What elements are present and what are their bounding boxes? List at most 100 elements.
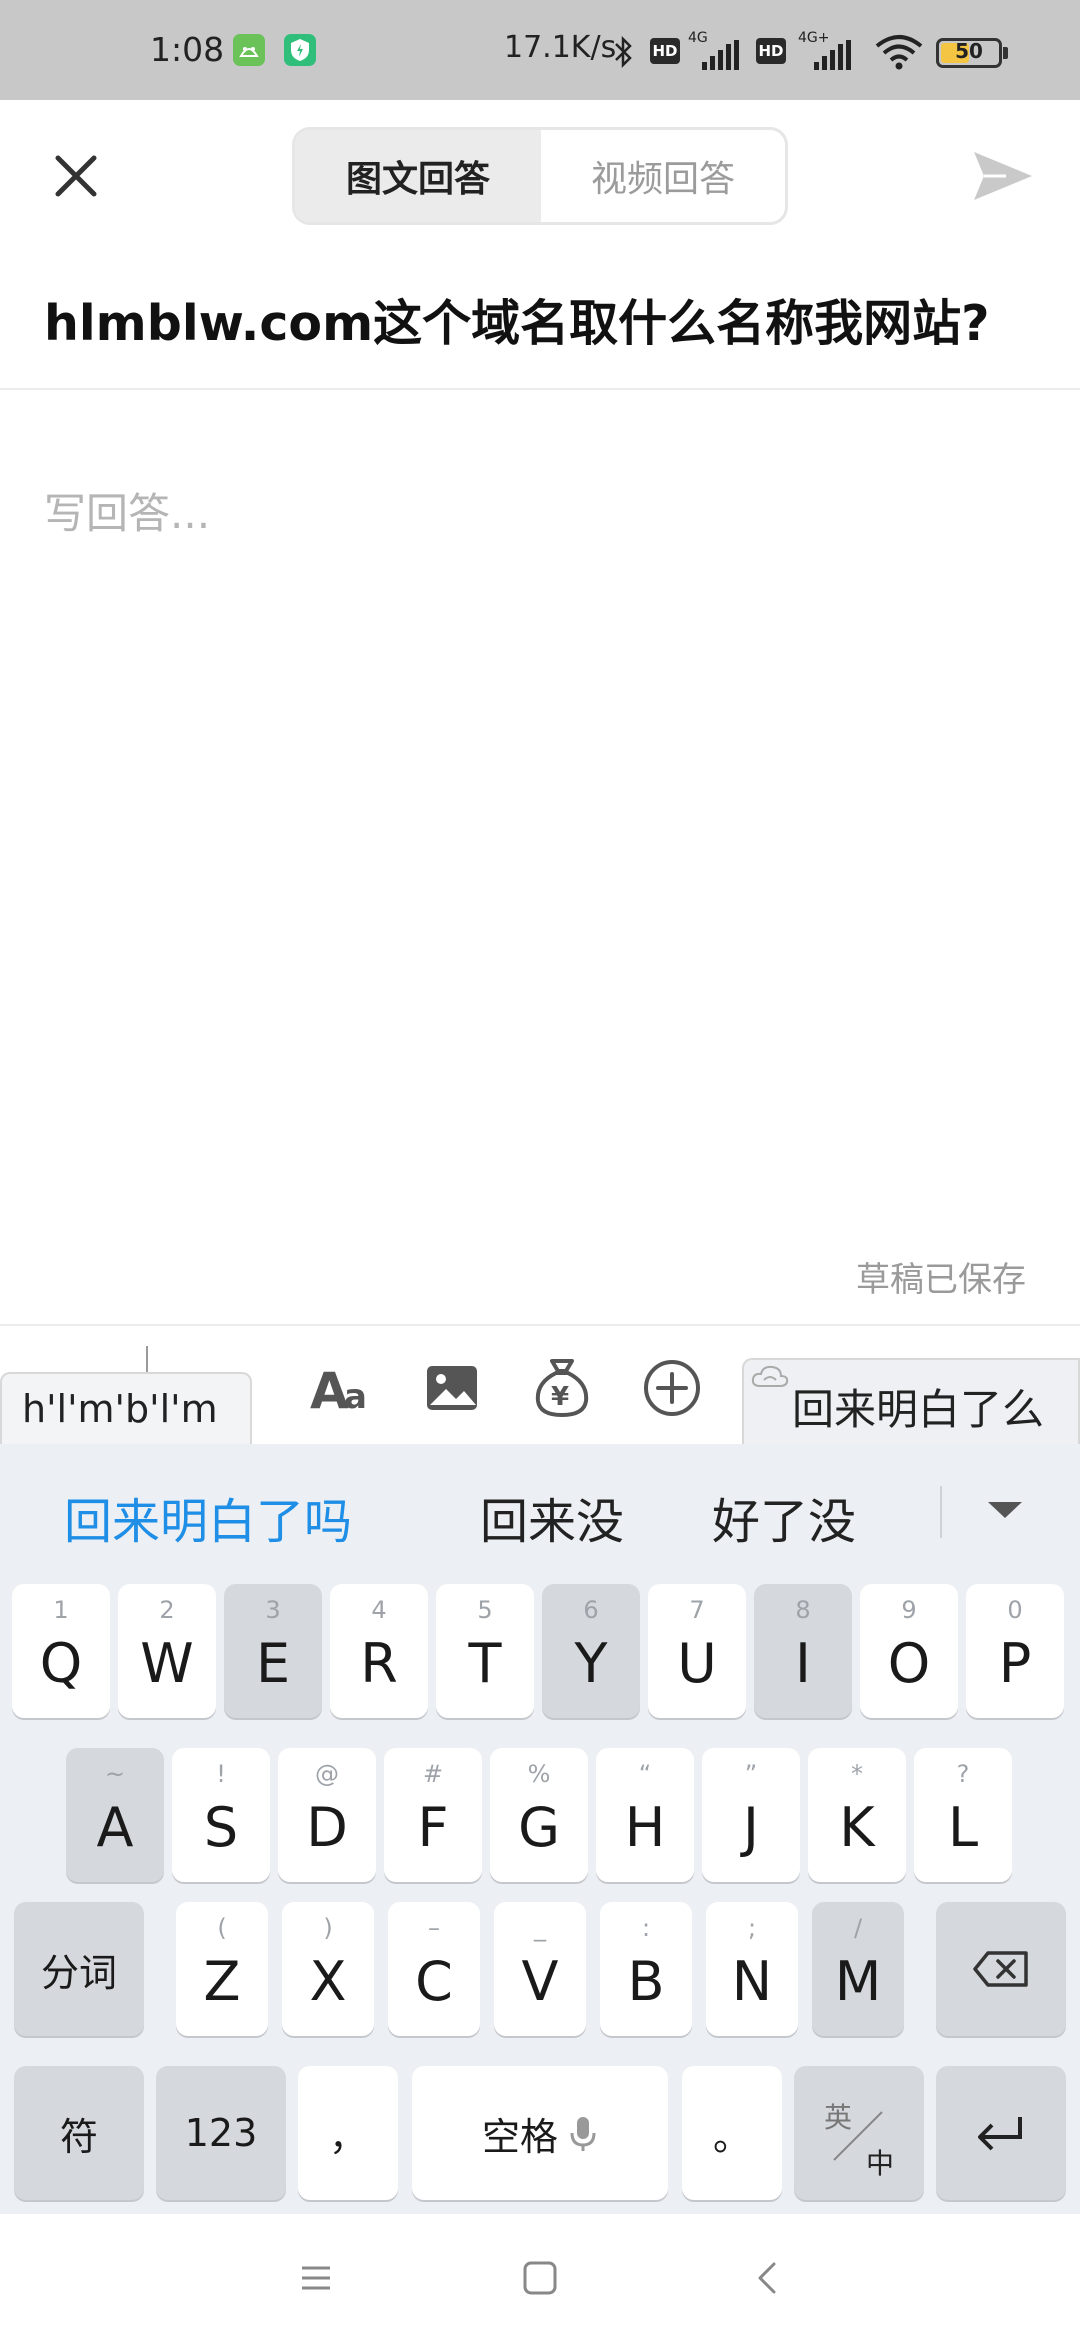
key-letter: Q [39, 1632, 83, 1695]
key-v[interactable]: _ V [494, 1902, 586, 2036]
key-letter: O [887, 1632, 931, 1695]
ime-pinyin-composition: h'l'm'b'l'm [0, 1372, 252, 1444]
battery-tip [1003, 47, 1008, 59]
key-hint: @ [315, 1760, 339, 1788]
tab-video-answer[interactable]: 视频回答 [541, 130, 785, 222]
microphone-icon [570, 2117, 596, 2151]
key-hint: 0 [1007, 1596, 1023, 1624]
close-button[interactable] [40, 140, 112, 212]
candidate-3[interactable]: 好了没 [712, 1482, 856, 1552]
close-icon [55, 155, 97, 197]
key-letter: D [306, 1796, 348, 1859]
key-hint: 3 [265, 1596, 281, 1624]
key-c[interactable]: – C [388, 1902, 480, 2036]
key-h[interactable]: “H [596, 1748, 694, 1882]
key-hint: % [527, 1760, 551, 1788]
fenci-key[interactable]: 分词 [14, 1902, 144, 2036]
key-hint: _ [534, 1914, 546, 1942]
signal-icon-2 [812, 40, 856, 74]
key-letter: S [203, 1796, 239, 1859]
key-hint: 5 [477, 1596, 493, 1624]
key-k[interactable]: * K [808, 1748, 906, 1882]
space-key-content: 空格 [412, 2066, 668, 2200]
fenci-key-label: 分词 [40, 1950, 117, 1995]
enter-key[interactable] [936, 2066, 1066, 2200]
number-key[interactable]: 123 [156, 2066, 286, 2200]
cloud-candidate-text: 回来明白了么 [792, 1385, 1045, 1434]
key-n[interactable]: ; N [706, 1902, 798, 2036]
candidate-1[interactable]: 回来明白了吗 [64, 1482, 352, 1552]
tab-image-text-answer[interactable]: 图文回答 [295, 130, 541, 222]
battery-icon: 50 [936, 38, 1002, 68]
answer-area[interactable] [44, 560, 1036, 1200]
candidate-separator [940, 1486, 942, 1538]
key-g[interactable]: % G [490, 1748, 588, 1882]
key-letter: R [360, 1632, 398, 1695]
lang-chinese-label: 中 [866, 2147, 895, 2180]
send-icon [974, 152, 1032, 200]
svg-text:a: a [344, 1377, 367, 1416]
key-hint: 6 [583, 1596, 599, 1624]
comma-key[interactable]: ， [298, 2066, 398, 2200]
key-t[interactable]: 5T [436, 1584, 534, 1718]
key-r[interactable]: 4R [330, 1584, 428, 1718]
period-key[interactable]: 。 [682, 2066, 782, 2200]
backspace-key[interactable] [936, 1902, 1066, 2036]
key-q[interactable]: 1Q [12, 1584, 110, 1718]
candidate-2[interactable]: 回来没 [480, 1482, 624, 1552]
enter-icon [978, 2117, 1022, 2151]
key-y[interactable]: 6Y [542, 1584, 640, 1718]
cloud-candidate[interactable]: 回来明白了么 [742, 1358, 1080, 1446]
key-hint: ) [323, 1914, 333, 1942]
key-letter: K [839, 1796, 875, 1859]
key-letter: M [834, 1950, 882, 2013]
key-e[interactable]: 3E [224, 1584, 322, 1718]
key-b[interactable]: :B [600, 1902, 692, 2036]
key-hint: ; [747, 1914, 757, 1942]
menu-nav-button[interactable] [292, 2254, 340, 2302]
key-u[interactable]: 7U [648, 1584, 746, 1718]
key-p[interactable]: 0P [966, 1584, 1064, 1718]
answer-input[interactable]: 写回答... [44, 480, 210, 541]
key-hint: : [641, 1914, 651, 1942]
key-hint: * [851, 1760, 863, 1788]
key-d[interactable]: @ D [278, 1748, 376, 1882]
back-icon [758, 2262, 776, 2294]
key-x[interactable]: ) X [282, 1902, 374, 2036]
expand-candidates-button[interactable] [984, 1496, 1026, 1528]
key-hint: ( [217, 1914, 227, 1942]
key-hint: 8 [795, 1596, 811, 1624]
key-letter: C [415, 1950, 453, 2013]
key-i[interactable]: 8I [754, 1584, 852, 1718]
key-s[interactable]: ! S [172, 1748, 270, 1882]
back-nav-button[interactable] [744, 2254, 792, 2302]
key-hint: / [853, 1914, 863, 1942]
android-app-icon [233, 34, 265, 66]
send-button[interactable] [966, 140, 1038, 212]
symbol-key[interactable]: 符 [14, 2066, 144, 2200]
key-letter: W [140, 1632, 194, 1695]
enter-key-symbol [936, 2066, 1066, 2200]
key-o[interactable]: 9O [860, 1584, 958, 1718]
font-style-button[interactable]: Aa [306, 1352, 378, 1424]
language-switch-key[interactable]: 英 中 [794, 2066, 924, 2200]
key-hint: 7 [689, 1596, 705, 1624]
space-key[interactable]: 空格 [412, 2066, 668, 2200]
key-z[interactable]: (Z [176, 1902, 268, 2036]
symbol-key-label: 符 [59, 2114, 98, 2159]
insert-image-button[interactable] [416, 1352, 488, 1424]
key-letter: Y [574, 1632, 608, 1695]
signal-icon [700, 40, 744, 74]
key-f[interactable]: # F [384, 1748, 482, 1882]
key-l[interactable]: ? L [914, 1748, 1012, 1882]
key-j[interactable]: ” J [702, 1748, 800, 1882]
key-a[interactable]: ~ A [66, 1748, 164, 1882]
key-w[interactable]: 2W [118, 1584, 216, 1718]
reward-button[interactable]: ¥ [526, 1352, 598, 1424]
key-hint: 9 [901, 1596, 917, 1624]
key-hint: ! [216, 1760, 226, 1788]
home-nav-button[interactable] [516, 2254, 564, 2302]
key-m[interactable]: / M [812, 1902, 904, 2036]
key-letter: Z [203, 1950, 241, 2013]
more-insert-button[interactable] [636, 1352, 708, 1424]
